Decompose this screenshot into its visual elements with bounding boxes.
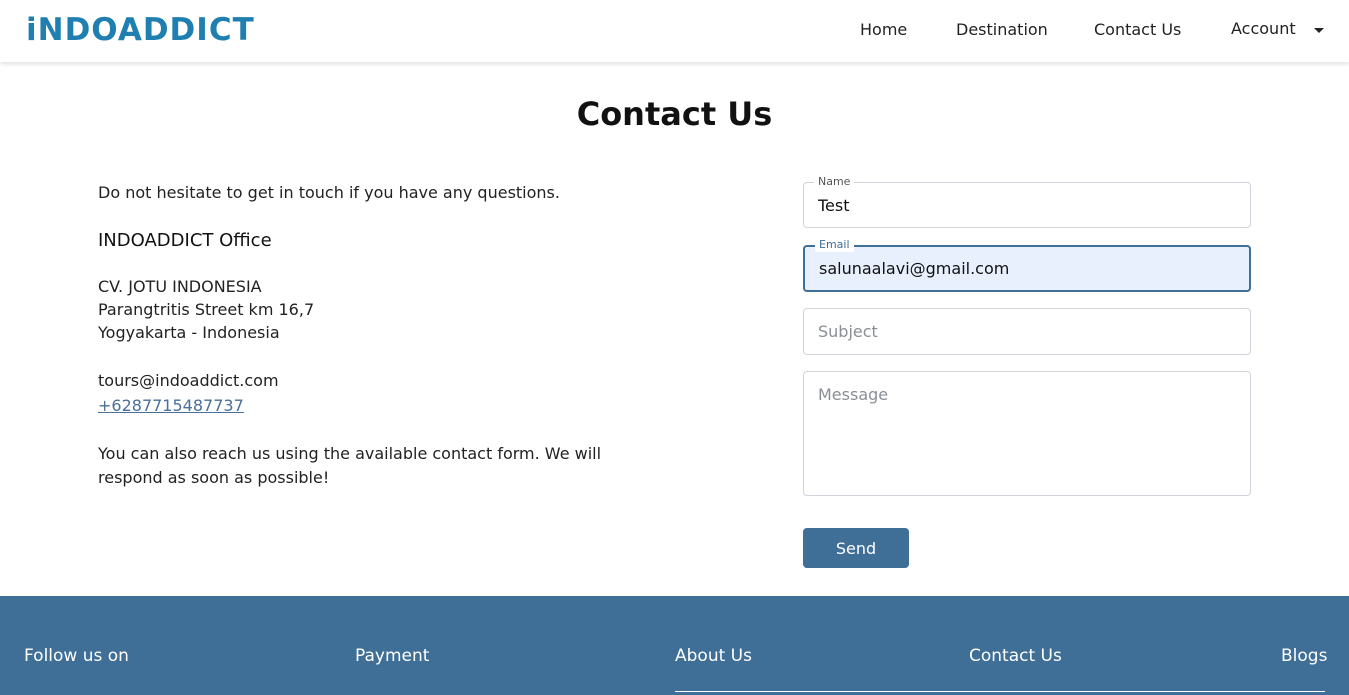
email-input[interactable]: [805, 247, 1249, 290]
address-line: CV. JOTU INDONESIA: [98, 277, 262, 296]
footer-about-heading: About Us: [675, 646, 752, 666]
subject-input[interactable]: [804, 309, 1250, 354]
footer-blogs-heading: Blogs: [1281, 646, 1328, 666]
message-textarea[interactable]: [804, 372, 1250, 495]
nav-account-dropdown[interactable]: Account: [1231, 19, 1296, 39]
footer-follow-heading: Follow us on: [24, 646, 129, 666]
address-line: Yogyakarta - Indonesia: [98, 323, 280, 342]
office-title: INDOADDICT Office: [98, 230, 272, 251]
nav-destination-link[interactable]: Destination: [956, 20, 1048, 40]
email-label: Email: [815, 238, 854, 252]
name-field: Name: [803, 175, 1251, 228]
contact-form-note: You can also reach us using the availabl…: [98, 444, 602, 487]
footer-payment-heading: Payment: [355, 646, 430, 666]
brand-logo[interactable]: iNDOADDICT: [26, 12, 255, 48]
office-phone-link[interactable]: +6287715487737: [98, 394, 244, 418]
nav-home-link[interactable]: Home: [860, 20, 907, 40]
address-line: Parangtritis Street km 16,7: [98, 300, 315, 319]
nav-contact-link[interactable]: Contact Us: [1094, 20, 1181, 40]
caret-down-icon[interactable]: [1314, 28, 1324, 33]
message-field: [803, 371, 1251, 496]
footer: Follow us on Payment About Us Contact Us…: [0, 596, 1349, 695]
name-label: Name: [814, 175, 855, 189]
footer-contact-heading: Contact Us: [969, 646, 1062, 666]
subject-field: [803, 308, 1251, 355]
send-button[interactable]: Send: [803, 528, 909, 568]
office-address: CV. JOTU INDONESIA Parangtritis Street k…: [98, 275, 658, 344]
name-input[interactable]: [804, 183, 1250, 227]
intro-text: Do not hesitate to get in touch if you h…: [98, 183, 560, 202]
footer-divider: [675, 691, 1325, 692]
page-title: Contact Us: [576, 95, 773, 133]
email-field: Email: [803, 238, 1251, 292]
navbar: iNDOADDICT Home Destination Contact Us A…: [0, 0, 1349, 62]
office-email: tours@indoaddict.com: [98, 371, 279, 390]
